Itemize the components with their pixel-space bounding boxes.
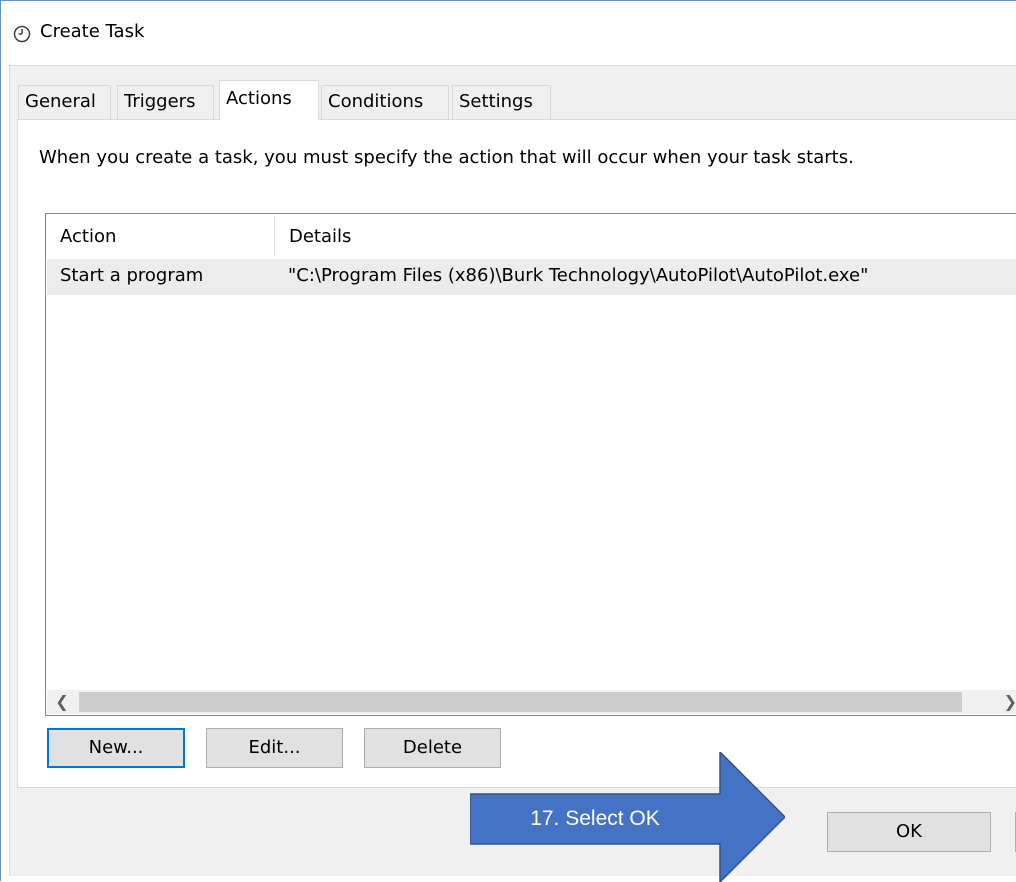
tab-label: General bbox=[25, 91, 96, 112]
details-cell: "C:\Program Files (x86)\Burk Technology\… bbox=[288, 265, 869, 286]
column-header-action[interactable]: Action bbox=[46, 214, 274, 259]
actions-intro-text: When you create a task, you must specify… bbox=[39, 147, 854, 168]
clock-icon bbox=[13, 25, 31, 43]
tab-conditions[interactable]: Conditions bbox=[321, 85, 449, 119]
scroll-right-arrow-icon[interactable]: ❯ bbox=[1001, 690, 1016, 714]
tab-label: Settings bbox=[459, 91, 533, 112]
title-bar: Create Task bbox=[1, 1, 1016, 65]
action-cell: Start a program bbox=[60, 265, 204, 286]
window-title: Create Task bbox=[40, 21, 145, 42]
list-header: Action Details bbox=[46, 214, 1016, 259]
tab-general[interactable]: General bbox=[18, 85, 111, 119]
tab-settings[interactable]: Settings bbox=[452, 85, 551, 119]
ok-button[interactable]: OK bbox=[827, 812, 991, 852]
create-task-window: Create Task General Triggers Actions Con… bbox=[0, 0, 1016, 881]
scroll-thumb[interactable] bbox=[79, 692, 962, 712]
horizontal-scrollbar[interactable]: ❮ ❯ bbox=[47, 690, 1016, 714]
column-header-details[interactable]: Details bbox=[275, 214, 1015, 259]
list-item[interactable]: Start a program "C:\Program Files (x86)\… bbox=[47, 259, 1016, 295]
tab-triggers[interactable]: Triggers bbox=[117, 85, 214, 119]
callout-label: 17. Select OK bbox=[530, 807, 660, 830]
actions-list[interactable]: Action Details Start a program "C:\Progr… bbox=[45, 213, 1016, 716]
new-action-button[interactable]: New... bbox=[47, 728, 185, 768]
tab-actions[interactable]: Actions bbox=[219, 80, 319, 120]
tab-label: Actions bbox=[226, 88, 292, 109]
tab-label: Triggers bbox=[124, 91, 196, 112]
tab-label: Conditions bbox=[328, 91, 424, 112]
edit-action-button[interactable]: Edit... bbox=[206, 728, 343, 768]
scroll-left-arrow-icon[interactable]: ❮ bbox=[47, 690, 77, 714]
